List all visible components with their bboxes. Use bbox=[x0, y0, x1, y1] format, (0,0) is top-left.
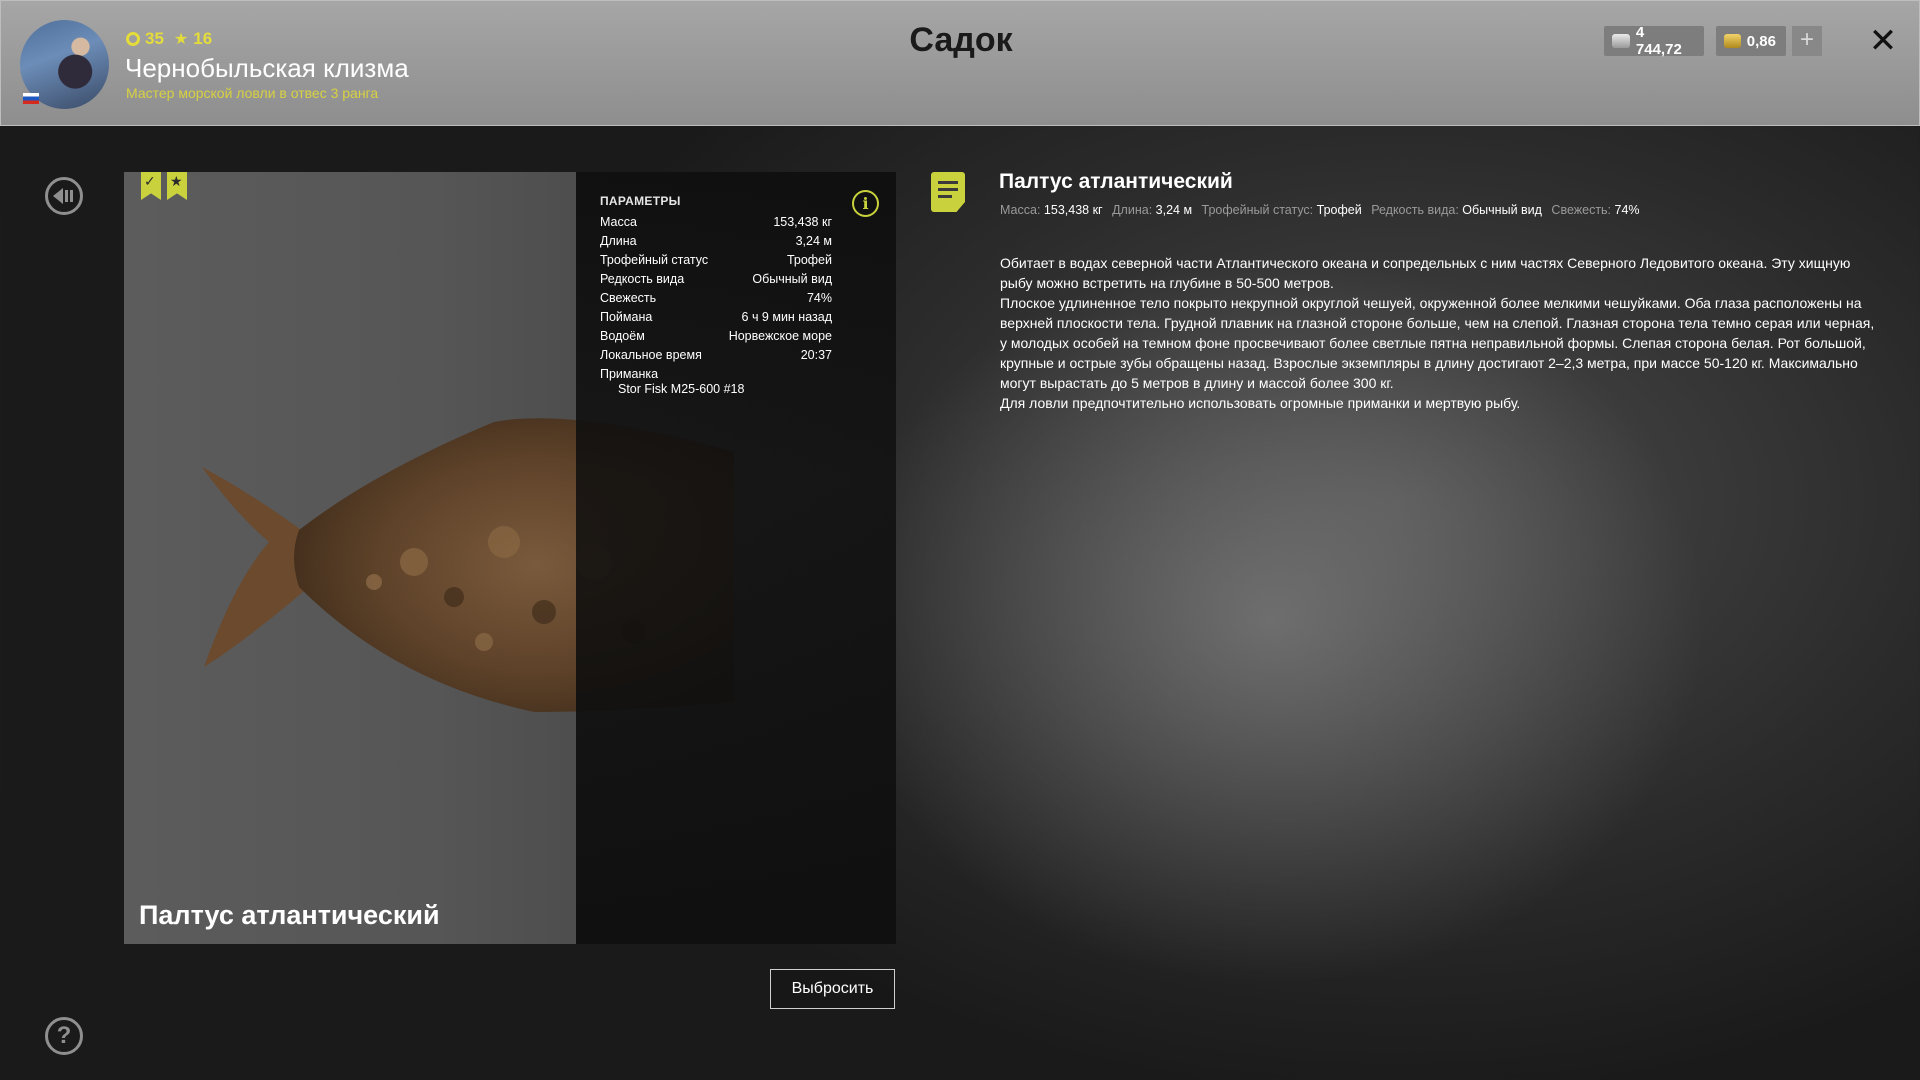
fish-card: ✓ ★ ПАРАМЕТРЫ i Масса 153,438 кг Длина 3… bbox=[124, 172, 896, 944]
document-icon bbox=[931, 172, 965, 212]
stat-value: 3,24 м bbox=[1155, 203, 1193, 217]
param-value: 20:37 bbox=[800, 348, 832, 362]
param-label: Редкость вида bbox=[600, 272, 685, 286]
check-icon: ✓ bbox=[144, 173, 156, 189]
description-text: Обитает в водах северной части Атлантиче… bbox=[1000, 253, 1880, 413]
param-row: Редкость вида Обычный вид bbox=[600, 270, 832, 289]
param-value: 6 ч 9 мин назад bbox=[741, 310, 832, 324]
close-button[interactable]: ✕ bbox=[1865, 23, 1901, 59]
silver-balance: 4 744,72 bbox=[1604, 24, 1704, 58]
stat-label: Редкость вида: bbox=[1371, 203, 1459, 217]
back-button[interactable] bbox=[45, 177, 83, 215]
param-value: 153,438 кг bbox=[773, 215, 832, 229]
description-paragraph: Для ловли предпочтительно использовать о… bbox=[1000, 395, 1521, 411]
stat-label: Трофейный статус: bbox=[1201, 203, 1314, 217]
discard-button[interactable]: Выбросить bbox=[770, 969, 895, 1009]
document-line bbox=[938, 181, 958, 184]
stat-value: 74% bbox=[1614, 203, 1640, 217]
param-label: Трофейный статус bbox=[600, 253, 709, 267]
description-paragraph: Плоское удлиненное тело покрыто некрупно… bbox=[1000, 295, 1875, 391]
gold-balance: 0,86 bbox=[1716, 26, 1786, 56]
description-title: Палтус атлантический bbox=[999, 170, 1233, 193]
param-row: Поймана 6 ч 9 мин назад bbox=[600, 308, 832, 327]
star-icon: ★ bbox=[170, 173, 183, 189]
parameters-heading: ПАРАМЕТРЫ bbox=[600, 194, 681, 208]
param-row: Длина 3,24 м bbox=[600, 232, 832, 251]
parameters-panel: ПАРАМЕТРЫ i Масса 153,438 кг Длина 3,24 … bbox=[576, 172, 896, 944]
param-label: Свежесть bbox=[600, 291, 657, 305]
param-label: Локальное время bbox=[600, 348, 702, 362]
add-currency-button[interactable]: + bbox=[1792, 26, 1822, 56]
favorite-star-badge: ★ bbox=[167, 172, 187, 200]
param-value: Норвежское море bbox=[728, 329, 832, 343]
param-row: Свежесть 74% bbox=[600, 289, 832, 308]
description-stats: Масса: 153,438 кг Длина: 3,24 м Трофейны… bbox=[1000, 203, 1646, 217]
info-icon[interactable]: i bbox=[852, 190, 879, 217]
help-button[interactable]: ? bbox=[45, 1017, 83, 1055]
back-arrow-icon bbox=[53, 188, 73, 204]
param-value: 3,24 м bbox=[795, 234, 832, 248]
stat-label: Свежесть: bbox=[1551, 203, 1612, 217]
top-bar: 35 ★ 16 Чернобыльская клизма Мастер морс… bbox=[0, 0, 1920, 126]
document-line bbox=[938, 188, 958, 191]
gold-amount: 0,86 bbox=[1746, 32, 1776, 50]
gold-coin-icon bbox=[1724, 34, 1741, 48]
trophy-check-badge: ✓ bbox=[141, 172, 161, 200]
param-label: Длина bbox=[600, 234, 637, 248]
stat-value: Обычный вид bbox=[1462, 203, 1542, 217]
stat-value: Трофей bbox=[1316, 203, 1362, 217]
fish-name: Палтус атлантический bbox=[139, 900, 440, 930]
param-row: Масса 153,438 кг bbox=[600, 213, 832, 232]
param-label: Поймана bbox=[600, 310, 653, 324]
stat-label: Масса: bbox=[1000, 203, 1041, 217]
russia-flag-icon bbox=[23, 93, 39, 104]
lure-label: Приманка bbox=[600, 367, 659, 381]
param-value: Обычный вид bbox=[752, 272, 832, 286]
param-row: Трофейный статус Трофей bbox=[600, 251, 832, 270]
param-value: Трофей bbox=[786, 253, 832, 267]
silver-coin-icon bbox=[1612, 34, 1630, 48]
param-row: Водоём Норвежское море bbox=[600, 327, 832, 346]
stat-value: 153,438 кг bbox=[1043, 203, 1103, 217]
description-paragraph: Обитает в водах северной части Атлантиче… bbox=[1000, 255, 1851, 291]
silver-amount: 4 744,72 bbox=[1635, 24, 1682, 58]
param-row: Локальное время 20:37 bbox=[600, 346, 832, 365]
param-label: Водоём bbox=[600, 329, 645, 343]
param-label: Масса bbox=[600, 215, 637, 229]
stat-label: Длина: bbox=[1112, 203, 1153, 217]
lure-value: Stor Fisk M25-600 #18 bbox=[618, 382, 745, 396]
document-line bbox=[938, 195, 952, 198]
player-title: Мастер морской ловли в отвес 3 ранга bbox=[126, 85, 379, 101]
param-value: 74% bbox=[806, 291, 832, 305]
